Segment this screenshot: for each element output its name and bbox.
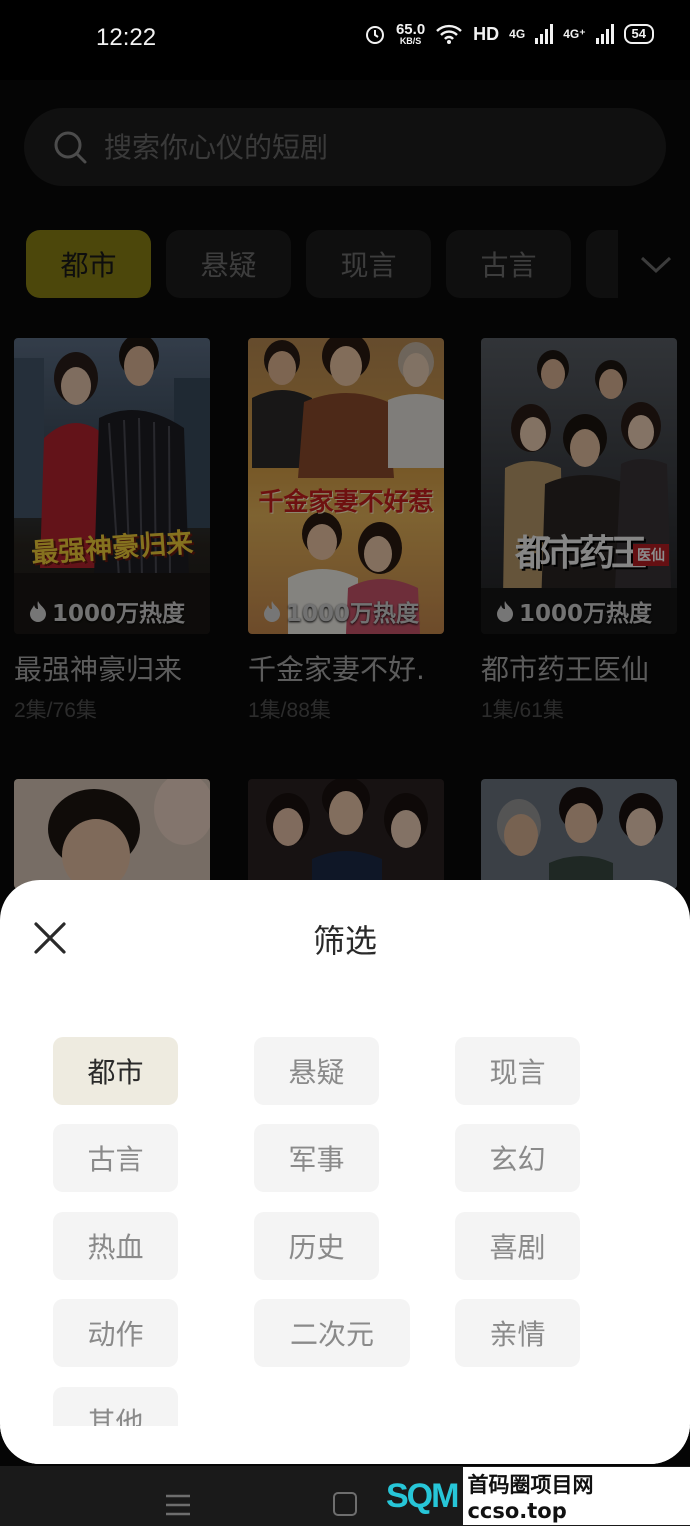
filter-option-guyan[interactable]: 古言 <box>53 1124 178 1192</box>
menu-icon[interactable] <box>166 1494 190 1516</box>
signal-icon <box>535 24 554 44</box>
hd-indicator: HD <box>473 23 500 44</box>
filter-option-dongzuo[interactable]: 动作 <box>53 1299 178 1367</box>
filter-option-junshi[interactable]: 军事 <box>254 1124 379 1192</box>
sheet-bottom-mask <box>0 1426 690 1464</box>
network-speed: 65.0 KB/S <box>396 22 425 46</box>
battery-indicator: 54 <box>623 24 654 44</box>
status-time: 12:22 <box>96 24 157 51</box>
status-bar: 12:22 65.0 KB/S HD 4G 4G⁺ 54 <box>0 0 690 80</box>
watermark-text: 首码圈项目网 ccso.top <box>463 1467 690 1525</box>
signal-icon-2 <box>595 24 614 44</box>
filter-option-lishi[interactable]: 历史 <box>254 1212 379 1280</box>
network-type-1: 4G <box>509 27 526 41</box>
watermark-logo: SQM <box>386 1476 459 1515</box>
alarm-icon <box>365 26 384 44</box>
filter-option-xuanyi[interactable]: 悬疑 <box>254 1037 379 1105</box>
filter-option-xuanhuan[interactable]: 玄幻 <box>455 1124 580 1192</box>
wifi-icon <box>436 24 463 44</box>
filter-option-xianyan[interactable]: 现言 <box>455 1037 580 1105</box>
filter-option-erciyuan[interactable]: 二次元 <box>254 1299 410 1367</box>
home-button[interactable] <box>333 1492 357 1516</box>
status-icons: 65.0 KB/S HD 4G 4G⁺ 54 <box>364 22 654 46</box>
filter-option-xiju[interactable]: 喜剧 <box>455 1212 580 1280</box>
filter-option-dushi[interactable]: 都市 <box>53 1037 178 1105</box>
speed-unit: KB/S <box>399 36 422 46</box>
speed-value: 65.0 <box>395 21 426 38</box>
sheet-title: 筛选 <box>312 922 377 960</box>
filter-sheet: 筛选 都市 悬疑 现言 古言 军事 玄幻 热血 历史 喜剧 动作 二次元 亲情 … <box>0 880 690 1464</box>
filter-option-rexue[interactable]: 热血 <box>53 1212 178 1280</box>
filter-option-qinqing[interactable]: 亲情 <box>455 1299 580 1367</box>
network-type-2: 4G⁺ <box>563 27 586 41</box>
watermark: SQM 首码圈项目网 ccso.top <box>386 1467 690 1525</box>
